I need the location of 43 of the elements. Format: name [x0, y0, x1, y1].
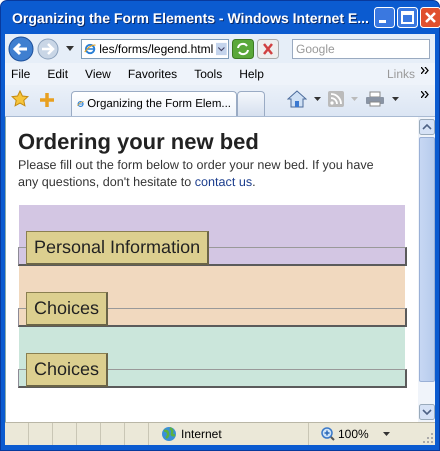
back-button[interactable] [8, 36, 34, 62]
contact-link[interactable]: contact us [194, 175, 252, 189]
menu-item[interactable]: Help [239, 67, 264, 81]
close-button[interactable] [420, 7, 440, 28]
resize-grip-icon[interactable] [423, 433, 433, 443]
address-field[interactable]: les/forms/legend.html [81, 38, 229, 58]
refresh-button[interactable] [232, 38, 254, 58]
menu-item[interactable]: Edit [47, 67, 68, 81]
page-heading: Ordering your new bed [18, 129, 260, 155]
dropdown-icon[interactable] [216, 40, 227, 56]
caret-icon[interactable] [314, 97, 321, 101]
minimize-button[interactable] [374, 7, 395, 28]
zoom-control[interactable]: 100% [309, 427, 377, 441]
address-text: les/forms/legend.html [99, 42, 214, 56]
caret-icon[interactable] [383, 432, 390, 436]
menu-item[interactable]: File [11, 67, 30, 81]
caret-icon[interactable] [392, 97, 399, 101]
vertical-scrollbar[interactable] [418, 117, 435, 422]
caret-icon[interactable] [66, 46, 74, 51]
fieldset-legend: Choices [26, 353, 108, 387]
menu-item[interactable]: Favorites [128, 67, 178, 81]
menu-item[interactable]: Tools [194, 67, 222, 81]
intro-paragraph: Please fill out the form below to order your new bed. If you have any questions, don't hesitate to contact us. [18, 157, 375, 191]
chevron-icon[interactable] [421, 91, 429, 98]
menu-item[interactable]: View [85, 67, 111, 81]
stop-button[interactable] [257, 38, 279, 58]
forward-button[interactable] [37, 38, 59, 60]
window-title: Organizing the Form Elements - Windows Internet E... [12, 10, 369, 26]
zone-label: Internet [181, 427, 222, 441]
search-field[interactable]: Google [292, 38, 430, 58]
globe-icon [161, 426, 177, 442]
fieldset-legend: Personal Information [26, 231, 210, 265]
printer-icon[interactable] [365, 91, 385, 107]
scroll-up-button[interactable] [418, 119, 434, 135]
scroll-thumb[interactable] [418, 137, 434, 382]
browser-tab[interactable]: Organizing the Form Elem... [71, 91, 237, 116]
fieldset-legend: Choices [26, 292, 108, 326]
star-icon[interactable] [11, 90, 29, 108]
zoom-icon [321, 427, 335, 441]
home-icon[interactable] [287, 90, 307, 108]
maximize-button[interactable] [396, 7, 418, 28]
scroll-down-button[interactable] [418, 404, 434, 420]
chevron-icon[interactable] [421, 67, 429, 74]
